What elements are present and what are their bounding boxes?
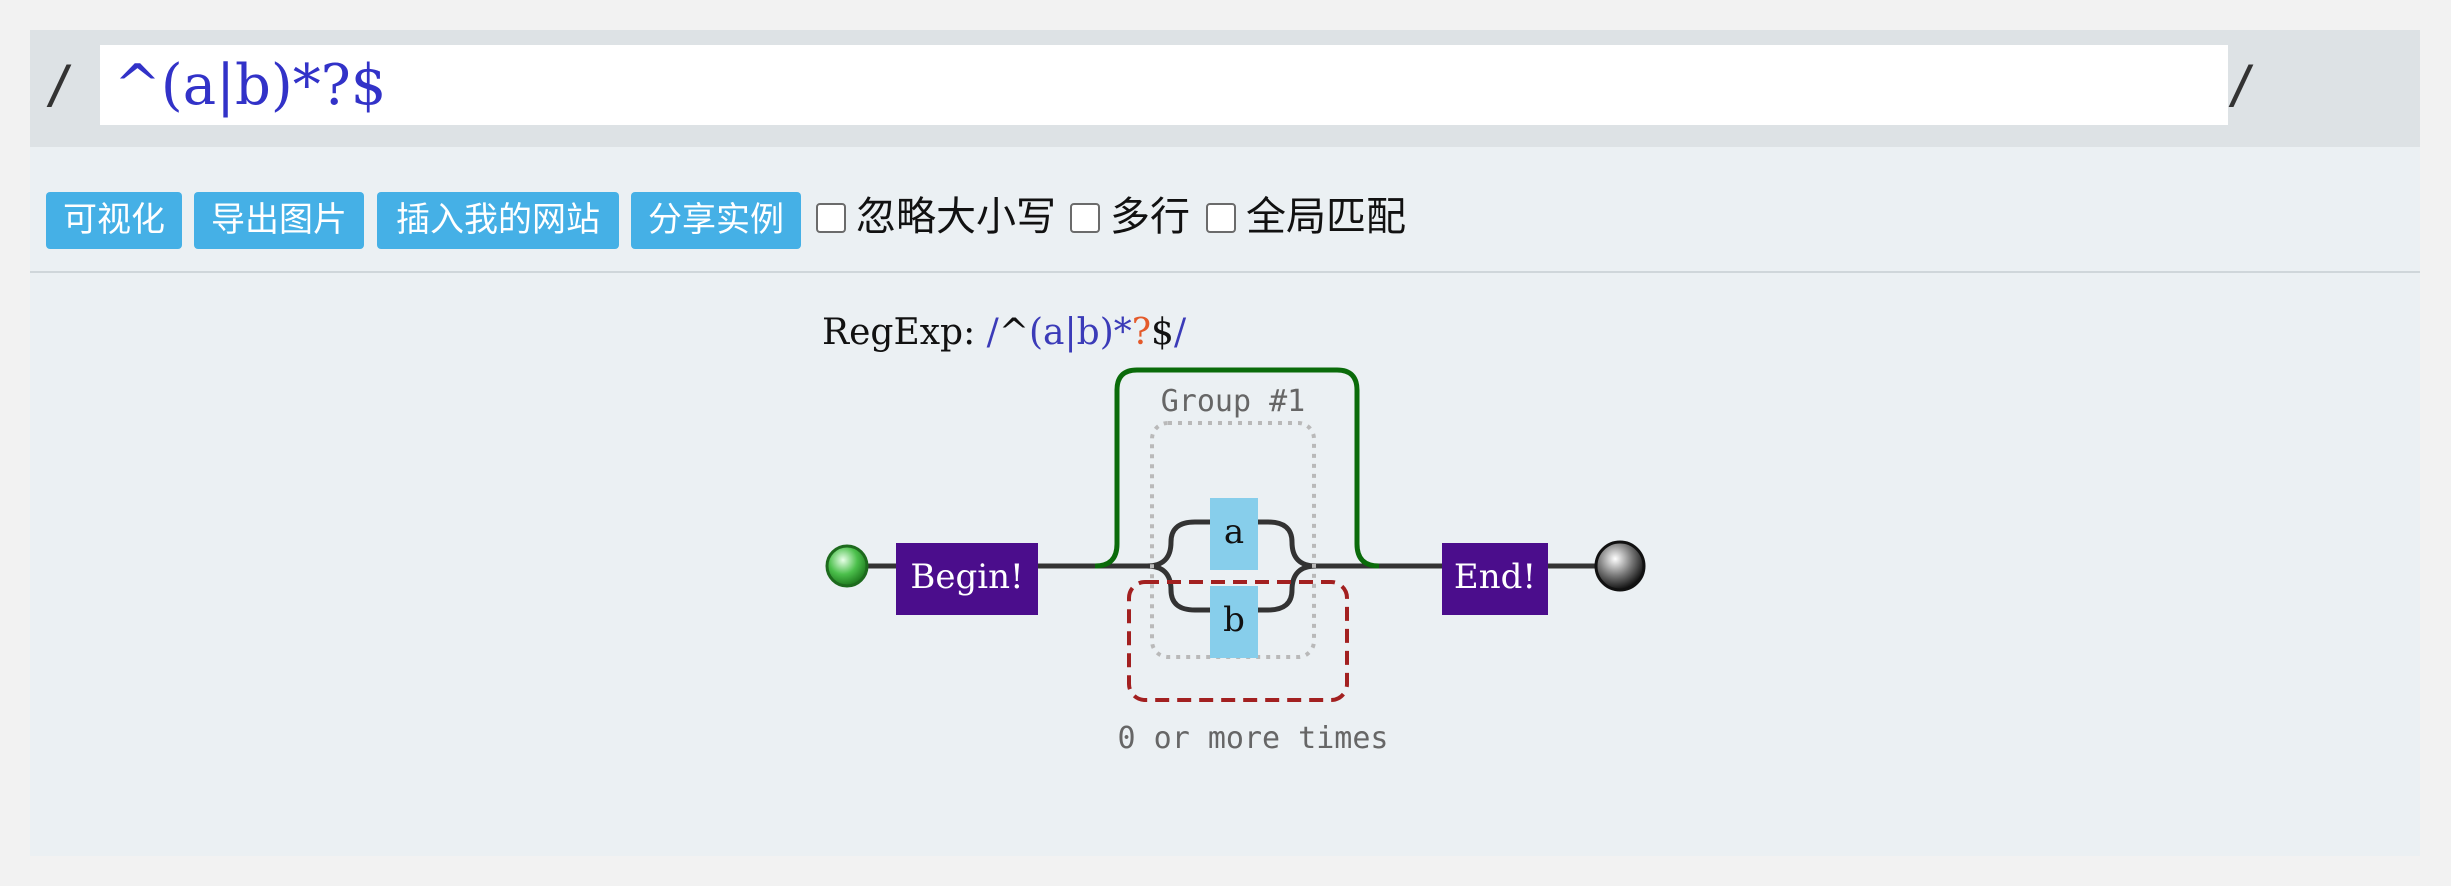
visualize-button[interactable]: 可视化	[46, 192, 182, 249]
line-branch-b-in	[1146, 563, 1210, 613]
multiline-label[interactable]: 多行	[1110, 187, 1190, 247]
ignore-case-label[interactable]: 忽略大小写	[856, 187, 1056, 247]
global-match-checkbox[interactable]	[1206, 203, 1236, 233]
regex-input[interactable]	[100, 45, 2228, 125]
embed-website-button[interactable]: 插入我的网站	[377, 192, 619, 249]
caption-token: /	[987, 312, 1000, 353]
caption-prefix: RegExp:	[822, 312, 975, 353]
line-branch-a-out	[1258, 519, 1317, 569]
end-terminal	[1594, 540, 1646, 592]
caption-token: b	[1077, 312, 1100, 353]
caption-token: |	[1065, 312, 1077, 353]
caption-token: *	[1114, 312, 1132, 353]
regex-visualizer: / / 可视化 导出图片 插入我的网站 分享实例 忽略大小写 多行 全局匹配	[30, 30, 2420, 856]
start-terminal	[825, 544, 869, 588]
literal-a-label: a	[1224, 512, 1244, 552]
global-match-label[interactable]: 全局匹配	[1246, 187, 1406, 247]
caption-token: ?	[1132, 312, 1151, 353]
literal-b-label: b	[1223, 600, 1245, 640]
multiline-checkbox[interactable]	[1070, 203, 1100, 233]
caption-token: ^	[999, 312, 1029, 353]
end-label: End!	[1454, 557, 1536, 597]
toolbar: 可视化 导出图片 插入我的网站 分享实例 忽略大小写 多行 全局匹配	[30, 147, 2420, 273]
caption-token: /	[1174, 312, 1187, 353]
group-label: Group #1	[1161, 384, 1306, 419]
diagram-canvas: RegExp: /^(a|b)*?$/ Group #1 Begin! a b …	[30, 273, 2420, 856]
ignore-case-checkbox[interactable]	[816, 203, 846, 233]
begin-label: Begin!	[910, 557, 1023, 597]
railroad-diagram: RegExp: /^(a|b)*?$/ Group #1 Begin! a b …	[822, 312, 1646, 756]
left-slash: /	[44, 55, 76, 115]
line-branch-a-in	[1146, 519, 1210, 569]
caption-token: (	[1029, 312, 1043, 353]
repeat-label: 0 or more times	[1118, 721, 1389, 756]
caption-space	[975, 312, 986, 353]
caption-token: a	[1043, 312, 1064, 353]
regexp-caption: RegExp: /^(a|b)*?$/	[822, 312, 1187, 353]
export-image-button[interactable]: 导出图片	[194, 192, 364, 249]
caption-token: $	[1151, 312, 1174, 353]
caption-token: )	[1100, 312, 1114, 353]
share-example-button[interactable]: 分享实例	[631, 192, 801, 249]
right-slash: /	[2226, 55, 2258, 115]
regex-input-bar: / /	[30, 30, 2420, 147]
line-branch-b-out	[1258, 563, 1317, 613]
